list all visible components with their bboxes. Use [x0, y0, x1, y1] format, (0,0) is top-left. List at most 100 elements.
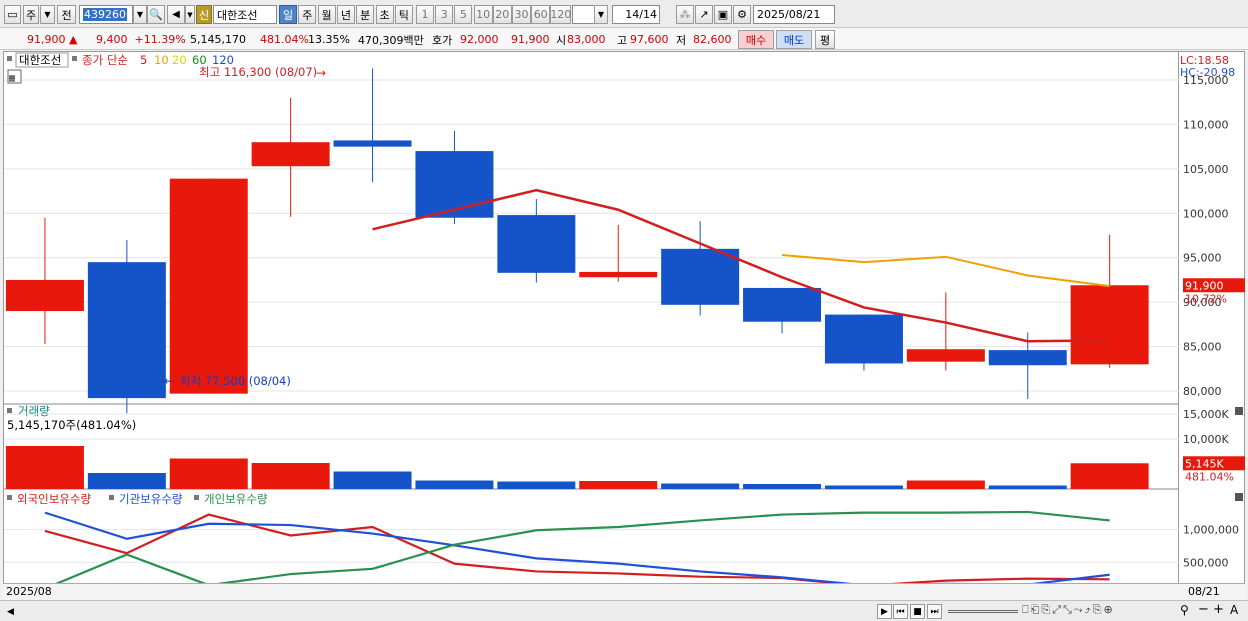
eval-label: 평 — [819, 33, 831, 47]
ma-legend-10: 10 — [154, 53, 169, 67]
toolbar: ▭ 주 ▼ 전 439260 ▼ 🔍 ◀ ▼ 신 대한조선 일주월년분초틱 13… — [0, 0, 1248, 28]
prev-button[interactable]: 전 — [57, 5, 76, 24]
stock-code-value: 439260 — [83, 8, 127, 21]
speaker-icon[interactable]: ◀ — [167, 5, 185, 24]
low-annotation: 최저 77,500 (08/04) — [180, 374, 291, 388]
last-page-icon[interactable]: ⏭ — [927, 604, 942, 619]
zoom-icon[interactable]: ⚲ — [1180, 603, 1189, 617]
interval-button-3[interactable]: 3 — [435, 5, 454, 24]
sell-button[interactable]: 매도 — [776, 30, 812, 49]
window-icon[interactable]: ▭ — [4, 5, 21, 24]
stock-name-field: 대한조선 — [213, 5, 277, 24]
date-axis: 2025/08 08/21 — [3, 583, 1245, 600]
compare-icon[interactable]: ⁂ — [676, 5, 694, 24]
zoom-out-icon[interactable]: − — [1198, 602, 1209, 617]
period-tab-0[interactable]: 일 — [279, 5, 297, 24]
chart-panel[interactable]: 최고 116,300 (08/07) → ← 최저 77,500 (08/04) 대한조… — [3, 51, 1180, 601]
candle-body — [333, 140, 412, 147]
candle-body — [824, 314, 903, 364]
interval-button-1[interactable]: 1 — [416, 5, 434, 24]
zoom-in-icon[interactable]: + — [1213, 602, 1224, 617]
code-dropdown-icon[interactable]: ▼ — [133, 5, 147, 24]
speaker-dropdown-icon[interactable]: ▼ — [185, 5, 195, 24]
legend-square — [109, 495, 114, 500]
ask-price: 91,900 — [511, 33, 550, 46]
interval-button-10[interactable]: 10 — [473, 5, 493, 24]
chart-canvas[interactable]: 최고 116,300 (08/07)→ ← 최저 77,500 (08/04) 대한조… — [4, 52, 1180, 601]
period-select[interactable]: 주 — [23, 5, 39, 24]
period-tab-5[interactable]: 초 — [375, 5, 394, 24]
price-value: 91,900 — [27, 33, 66, 46]
stop-icon[interactable]: ■ — [910, 604, 925, 619]
scroll-right-icon[interactable]: ▶ — [877, 604, 892, 619]
high-annotation: 최고 116,300 (08/07) — [199, 65, 317, 79]
price-change: 9,400 +11.39% — [96, 31, 186, 48]
interval-button-30[interactable]: 30 — [512, 5, 531, 24]
volume-bar — [87, 473, 166, 489]
save-icon[interactable]: ▣ — [714, 5, 732, 24]
bid-price: 92,000 — [460, 33, 499, 46]
candle-body — [988, 350, 1067, 366]
arrow-right-icon: → — [316, 66, 326, 80]
zoom-slider[interactable] — [948, 610, 1018, 613]
date-input[interactable]: 2025/08/21 — [753, 5, 835, 24]
first-page-icon[interactable]: ⏮ — [893, 604, 908, 619]
period-tab-4[interactable]: 분 — [356, 5, 375, 24]
interval-button-20[interactable]: 20 — [492, 5, 512, 24]
chart-tools-icon[interactable]: ⎕⎗⎘⤢⤡⤳⤴⎘⊕ — [1022, 603, 1115, 617]
volume-ratio: 481.04% — [260, 33, 309, 46]
volume-bar — [579, 481, 658, 489]
candle-body — [5, 279, 84, 312]
volume-bar — [988, 485, 1067, 489]
holder-legend-2: 개인보유수량 — [204, 492, 268, 506]
change-value: 9,400 — [96, 33, 128, 46]
y-tick-label: 110,000 — [1183, 118, 1229, 131]
interval-button-60[interactable]: 60 — [531, 5, 551, 24]
y-tick-label: 85,000 — [1183, 341, 1222, 354]
high-price: 97,600 — [630, 33, 669, 46]
gear-icon[interactable]: ⚙ — [733, 5, 751, 24]
count-value: 14 — [625, 8, 640, 21]
count-input[interactable]: 14/14 — [612, 5, 660, 24]
chart-scrollbar[interactable]: ◀ ▶ ⏮ ■ ⏭ ⎕⎗⎘⤢⤡⤳⤴⎘⊕ ⚲ − + A — [0, 600, 1248, 621]
eval-button[interactable]: 평 — [815, 30, 835, 49]
hc-label: HC:-20.98 — [1180, 66, 1235, 79]
legend-square — [7, 495, 12, 500]
period-tab-1[interactable]: 주 — [298, 5, 317, 24]
volume-bar — [251, 463, 330, 489]
holder-legend-1: 기관보유수량 — [119, 492, 183, 506]
interval-button-120[interactable]: 120 — [550, 5, 572, 24]
font-size-icon[interactable]: A — [1230, 603, 1238, 617]
scroll-left-icon[interactable]: ◀ — [3, 604, 18, 619]
last-price-pct: 10.72% — [1185, 292, 1227, 305]
vol-tag-pct: 481.04% — [1185, 470, 1234, 483]
count-total: /14 — [639, 8, 657, 21]
price-axis[interactable]: 115,000 110,000 105,000 100,000 95,000 90,000… — [1179, 51, 1245, 600]
interval-button-5[interactable]: 5 — [454, 5, 473, 24]
chevron-down-icon[interactable]: ▼ — [40, 5, 55, 24]
high-label: 고 — [617, 33, 628, 47]
ma-legend-60: 60 — [192, 53, 207, 67]
quote-bar: 91,900 ▲ 9,400 +11.39% 5,145,170 481.04%… — [0, 28, 1248, 50]
y-tick-label: 80,000 — [1183, 385, 1222, 398]
prev-label: 전 — [61, 8, 72, 22]
volume-bar — [824, 485, 903, 489]
volume-bar — [5, 446, 84, 489]
volume-bar — [415, 480, 494, 489]
credit-badge: 신 — [196, 5, 212, 24]
ma10-line — [781, 254, 1110, 288]
period-tab-3[interactable]: 년 — [336, 5, 355, 24]
draw-icon[interactable]: ↗ — [695, 5, 713, 24]
buy-button[interactable]: 매수 — [738, 30, 774, 49]
period-tab-6[interactable]: 틱 — [394, 5, 413, 24]
search-icon[interactable]: 🔍 — [147, 5, 165, 24]
date-left: 2025/08 — [6, 585, 52, 598]
current-price: 91,900 ▲ — [27, 31, 77, 48]
candle-body — [743, 287, 822, 322]
period-tab-2[interactable]: 월 — [317, 5, 336, 24]
extra-dropdown-icon[interactable]: ▼ — [594, 5, 608, 24]
ma-legend-label: 종가 단순 — [82, 53, 128, 67]
stock-code-input[interactable]: 439260 — [79, 5, 133, 24]
candle-body — [251, 142, 330, 167]
legend-square — [194, 495, 199, 500]
